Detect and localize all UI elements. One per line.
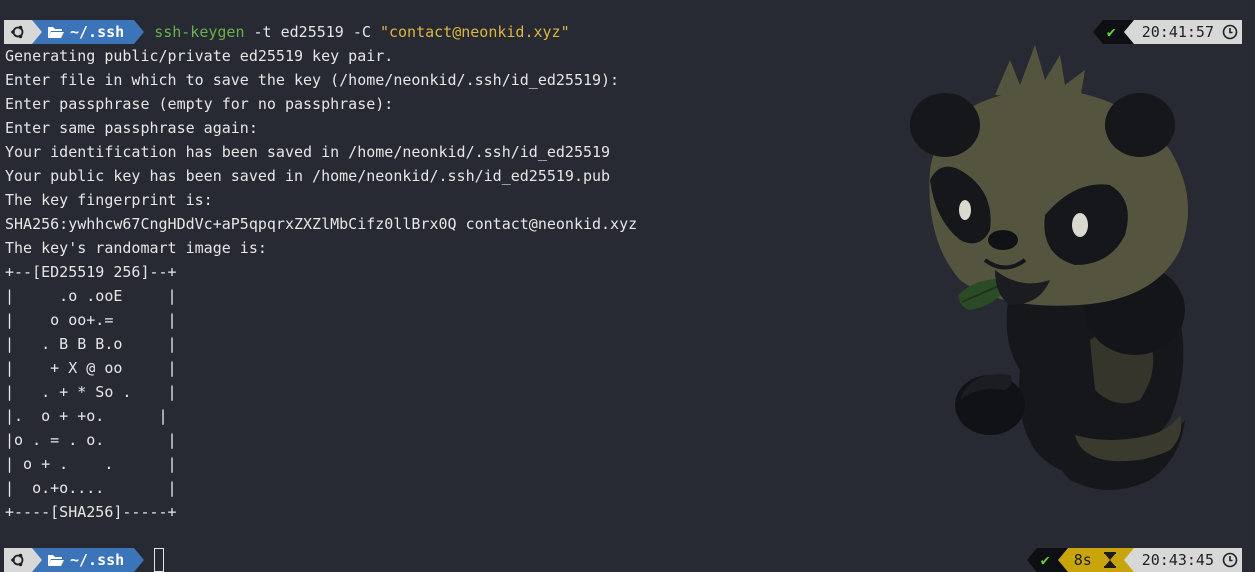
exit-status-ok: ✔ [1036,548,1058,572]
randomart-line: |. o + +o. | [5,407,168,425]
segment-separator [1123,548,1134,572]
randomart-line: | + X @ oo | [5,359,177,377]
output-line: The key fingerprint is: [5,191,213,209]
segment-separator [134,548,145,572]
os-segment [4,548,32,572]
output-line: Your identification has been saved in /h… [5,143,611,161]
segment-separator [32,548,42,572]
segment-separator [1026,548,1037,572]
status-right-bottom: ✔ 8s 20:43:45 [1026,548,1242,572]
time-segment: 20:41:57 [1133,20,1242,44]
exit-status-ok: ✔ [1102,20,1124,44]
duration-segment: 8s [1067,548,1124,572]
output-line: The key's randomart image is: [5,239,267,257]
output-line: Enter passphrase (empty for no passphras… [5,95,394,113]
output-line: Your public key has been saved in /home/… [5,167,611,185]
directory-segment: ~/.ssh [42,548,135,572]
command-name: ssh-keygen [154,23,245,41]
randomart-line: |o . = . o. | [5,431,177,449]
randomart-line: +----[SHA256]-----+ [5,503,177,521]
segment-separator [134,20,145,44]
folder-open-icon [48,554,64,566]
output-line: Generating public/private ed25519 key pa… [5,47,394,65]
fingerprint-line: SHA256:ywhhcw67CngHDdVc+aP5qpqrxZXZlMbCi… [5,215,638,233]
terminal-window[interactable]: ~/.ssh ssh-keygen -t ed25519 -C "contact… [0,0,1255,572]
time-segment: 20:43:45 [1133,548,1242,572]
randomart-line: | o + . . | [5,455,177,473]
folder-open-icon [48,26,64,38]
segment-separator [1057,548,1068,572]
text-cursor[interactable] [154,548,165,572]
current-directory: ~/.ssh [70,551,125,569]
command-line: ssh-keygen -t ed25519 -C "contact@neonki… [154,23,569,41]
segment-separator [32,20,42,44]
randomart-line: | . B B B.o | [5,335,177,353]
segment-separator [1123,20,1134,44]
randomart-line: | .o .ooE | [5,287,177,305]
command-string-arg: "contact@neonkid.xyz" [379,23,570,41]
time-text: 20:43:45 [1141,551,1214,569]
randomart-line: +--[ED25519 256]--+ [5,263,177,281]
randomart-line: | . + * So . | [5,383,177,401]
current-directory: ~/.ssh [70,23,125,41]
randomart-line: | o.+o.... | [5,479,177,497]
prompt-line-1: ~/.ssh ssh-keygen -t ed25519 -C "contact… [4,20,570,44]
time-text: 20:41:57 [1141,23,1214,41]
duration-text: 8s [1073,551,1092,569]
randomart-line: | o oo+.= | [5,311,177,329]
directory-segment: ~/.ssh [42,20,135,44]
hourglass-icon [1103,552,1116,568]
clock-icon [1222,24,1238,40]
segment-separator [1092,20,1103,44]
prompt-line-2: ~/.ssh [4,548,165,572]
output-line: Enter file in which to save the key (/ho… [5,71,620,89]
ubuntu-icon [11,553,24,567]
output-line: Enter same passphrase again: [5,119,258,137]
status-right-top: ✔ 20:41:57 [1092,20,1242,44]
clock-icon [1222,552,1238,568]
panda-wallpaper [910,45,1188,490]
command-args: -t ed25519 -C [253,23,371,41]
ubuntu-icon [11,25,24,39]
os-segment [4,20,32,44]
